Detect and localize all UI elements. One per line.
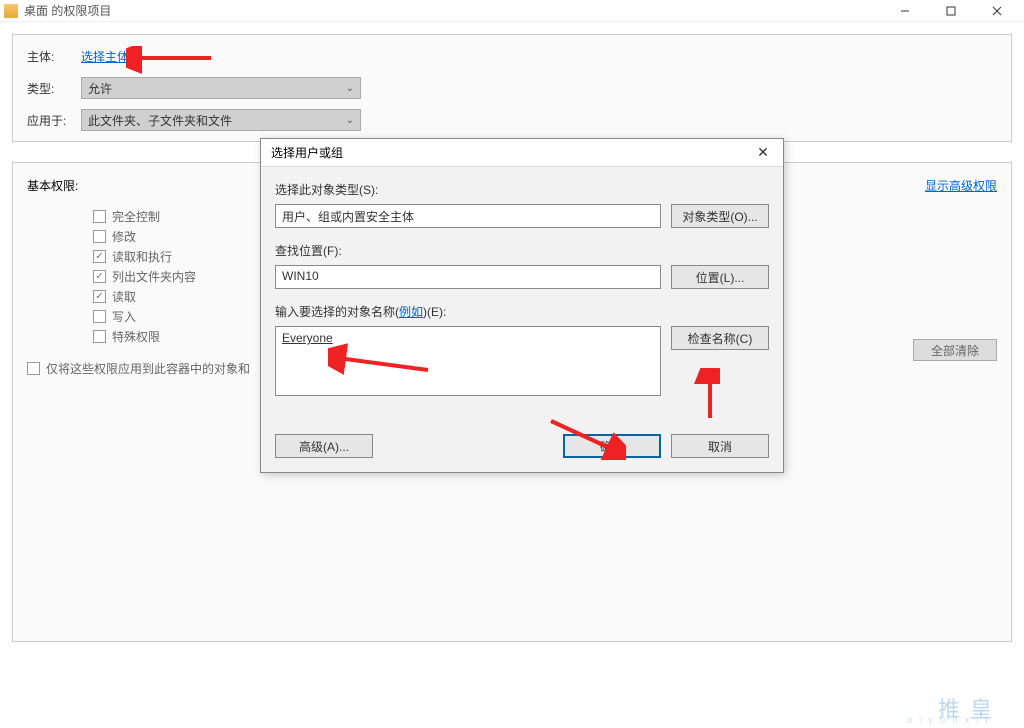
permission-checkbox[interactable]	[93, 210, 106, 223]
permission-label: 读取	[112, 288, 136, 305]
basic-permissions-label: 基本权限:	[27, 177, 78, 194]
applies-value: 此文件夹、子文件夹和文件	[88, 112, 232, 129]
applies-label: 应用于:	[27, 112, 81, 129]
permission-checkbox[interactable]	[93, 310, 106, 323]
example-link[interactable]: 例如	[399, 305, 423, 319]
permission-checkbox[interactable]	[93, 330, 106, 343]
permission-label: 完全控制	[112, 208, 160, 225]
show-advanced-link[interactable]: 显示高级权限	[925, 177, 997, 194]
top-panel: 主体: 选择主体 类型: 允许 ⌄ 应用于: 此文件夹、子文件夹和文件 ⌄	[12, 34, 1012, 142]
cancel-button[interactable]: 取消	[671, 434, 769, 458]
close-button[interactable]	[974, 0, 1020, 22]
location-button[interactable]: 位置(L)...	[671, 265, 769, 289]
object-type-label: 选择此对象类型(S):	[275, 181, 769, 198]
names-label: 输入要选择的对象名称(例如)(E):	[275, 303, 769, 320]
clear-all-button[interactable]: 全部清除	[913, 339, 997, 361]
type-label: 类型:	[27, 80, 81, 97]
permission-checkbox[interactable]	[93, 270, 106, 283]
folder-icon	[4, 4, 18, 18]
object-names-input[interactable]: Everyone	[275, 326, 661, 396]
location-label: 查找位置(F):	[275, 242, 769, 259]
advanced-button[interactable]: 高级(A)...	[275, 434, 373, 458]
permission-label: 列出文件夹内容	[112, 268, 196, 285]
type-value: 允许	[88, 80, 112, 97]
apply-only-checkbox[interactable]	[27, 362, 40, 375]
permission-label: 读取和执行	[112, 248, 172, 265]
permission-checkbox[interactable]	[93, 230, 106, 243]
permission-label: 修改	[112, 228, 136, 245]
principal-label: 主体:	[27, 48, 81, 65]
permission-checkbox[interactable]	[93, 250, 106, 263]
object-type-field[interactable]: 用户、组或内置安全主体	[275, 204, 661, 228]
object-type-button[interactable]: 对象类型(O)...	[671, 204, 769, 228]
chevron-down-icon: ⌄	[346, 115, 354, 126]
check-names-button[interactable]: 检查名称(C)	[671, 326, 769, 350]
permission-checkbox[interactable]	[93, 290, 106, 303]
applies-dropdown[interactable]: 此文件夹、子文件夹和文件 ⌄	[81, 109, 361, 131]
watermark-sub: a i y u n x i t	[907, 715, 990, 726]
dialog-title: 选择用户或组	[271, 144, 343, 161]
dialog-close-button[interactable]: ✕	[753, 144, 773, 161]
select-user-dialog: 选择用户或组 ✕ 选择此对象类型(S): 用户、组或内置安全主体 对象类型(O)…	[260, 138, 784, 473]
permission-label: 写入	[112, 308, 136, 325]
location-field[interactable]: WIN10	[275, 265, 661, 289]
maximize-button[interactable]	[928, 0, 974, 22]
select-principal-link[interactable]: 选择主体	[81, 48, 129, 65]
chevron-down-icon: ⌄	[346, 83, 354, 94]
ok-button[interactable]: 确定	[563, 434, 661, 458]
minimize-button[interactable]	[882, 0, 928, 22]
permission-label: 特殊权限	[112, 328, 160, 345]
type-dropdown[interactable]: 允许 ⌄	[81, 77, 361, 99]
apply-only-label: 仅将这些权限应用到此容器中的对象和	[46, 360, 250, 377]
window-title: 桌面 的权限项目	[24, 2, 111, 19]
